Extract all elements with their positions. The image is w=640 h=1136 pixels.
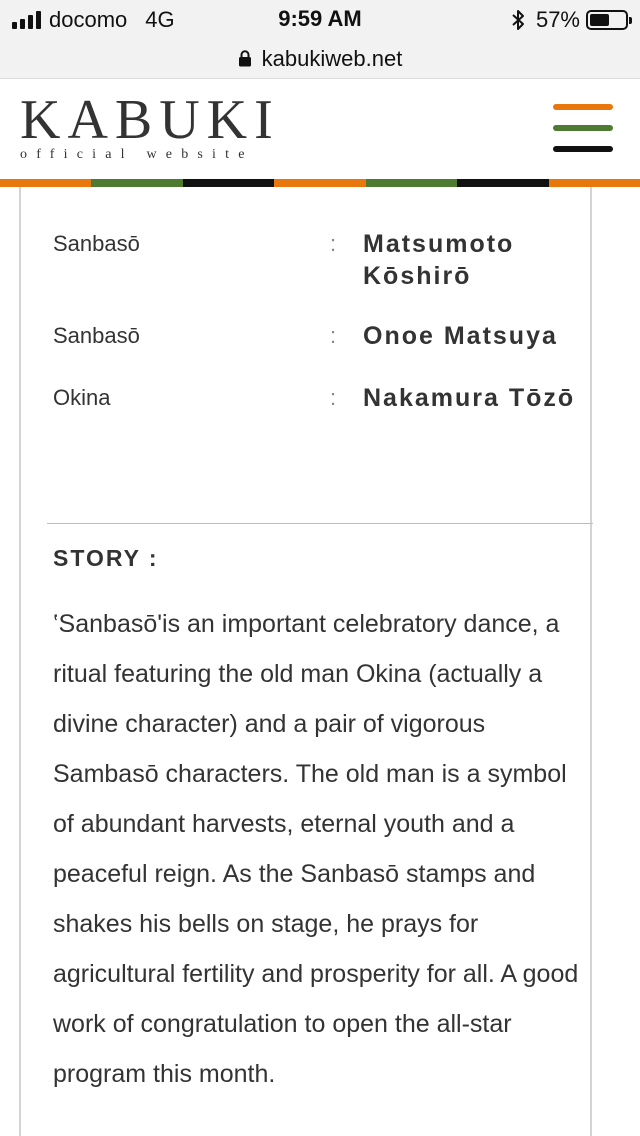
battery-icon xyxy=(586,10,632,30)
section-divider xyxy=(47,523,593,524)
menu-line-icon xyxy=(553,104,613,110)
battery-level xyxy=(590,14,610,26)
cast-role: Sanbasō xyxy=(53,231,140,256)
stripe-segment xyxy=(91,179,183,187)
status-bar-right: 57% xyxy=(510,7,632,33)
cast-actor: Matsumoto Kōshirō xyxy=(363,230,515,290)
cast-separator: : xyxy=(330,231,337,256)
header-color-stripe xyxy=(0,179,640,187)
menu-line-icon xyxy=(553,146,613,152)
stripe-segment xyxy=(457,179,549,187)
program-detail-panel: Sanbasō : Matsumoto Kōshirō Sanbasō : On… xyxy=(19,187,593,1136)
hamburger-menu-button[interactable] xyxy=(553,104,613,152)
kabuki-logo[interactable]: KABUKI official website xyxy=(20,89,280,163)
cast-role: Sanbasō xyxy=(53,323,140,348)
stripe-segment xyxy=(365,179,458,187)
logo-title: KABUKI xyxy=(20,89,280,151)
story-text: ‛Sanbasō'is an important celebratory dan… xyxy=(53,610,579,1088)
bluetooth-icon xyxy=(512,10,524,30)
status-bar: docomo 4G 9:59 AM 57% xyxy=(0,0,640,40)
cast-separator: : xyxy=(330,323,337,348)
logo-subtitle: official website xyxy=(20,147,254,162)
stripe-segment xyxy=(274,179,366,187)
battery-percent: 57% xyxy=(535,7,580,32)
stripe-segment xyxy=(548,179,640,187)
cast-role: Okina xyxy=(53,385,111,410)
address-bar[interactable]: kabukiweb.net xyxy=(0,40,640,79)
site-header: KABUKI official website xyxy=(0,79,640,179)
url-text: kabukiweb.net xyxy=(261,46,403,71)
lock-icon xyxy=(238,49,251,66)
cast-actor: Nakamura Tōzō xyxy=(363,384,576,412)
stripe-segment xyxy=(182,179,275,187)
stripe-segment xyxy=(0,179,92,187)
story-heading: STORY : xyxy=(53,545,159,571)
battery-cap xyxy=(629,17,632,24)
menu-line-icon xyxy=(553,125,613,131)
cast-actor: Onoe Matsuya xyxy=(363,322,558,350)
cast-separator: : xyxy=(330,385,337,410)
